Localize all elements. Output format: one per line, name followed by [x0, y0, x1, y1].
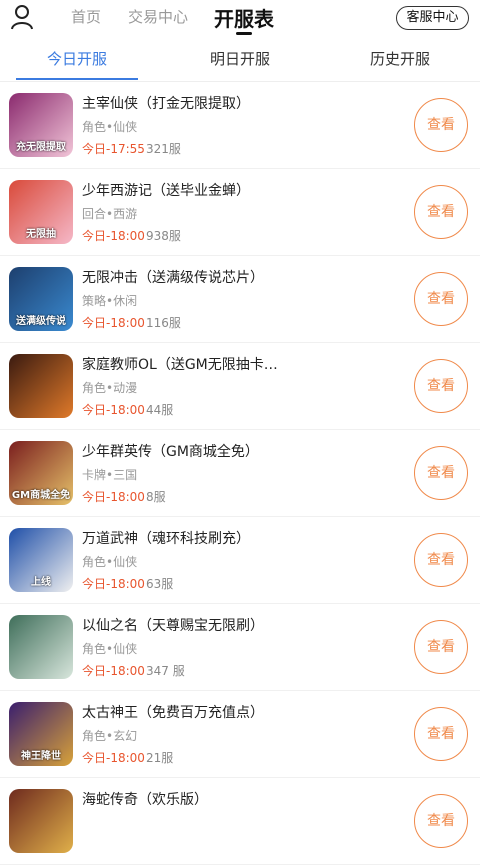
- nav-active-indicator: [236, 32, 252, 35]
- server-number: 21服: [146, 751, 174, 765]
- game-thumbnail[interactable]: 送满级传说: [9, 267, 73, 331]
- game-category: 角色•仙侠: [82, 120, 138, 134]
- thumbnail-caption: 无限抽: [26, 229, 56, 240]
- game-category: 角色•仙侠: [82, 555, 138, 569]
- game-name[interactable]: 少年群英传（GM商城全免）: [82, 441, 282, 461]
- game-row[interactable]: 无限抽 少年西游记（送毕业金蝉） 回合•西游今日-18:00 938服 查看: [0, 169, 480, 256]
- view-button[interactable]: 查看: [414, 272, 468, 326]
- tab-history[interactable]: 历史开服: [340, 48, 460, 69]
- thumbnail-caption: GM商城全免: [11, 490, 71, 501]
- open-time: 今日-17:55: [82, 142, 145, 156]
- game-row[interactable]: 海蛇传奇（欢乐版） 查看: [0, 778, 480, 865]
- open-time: 今日-18:00: [82, 403, 145, 417]
- game-category: 角色•动漫: [82, 381, 138, 395]
- user-icon[interactable]: [10, 4, 34, 30]
- view-button[interactable]: 查看: [414, 98, 468, 152]
- top-bar: 首页 交易中心 开服表 客服中心: [0, 0, 480, 36]
- thumbnail-caption: 充无限提取: [16, 142, 66, 153]
- open-time: 今日-18:00: [82, 229, 145, 243]
- game-thumbnail[interactable]: 神王降世: [9, 702, 73, 766]
- game-name[interactable]: 无限冲击（送满级传说芯片）: [82, 267, 282, 287]
- game-name[interactable]: 家庭教师OL（送GM无限抽卡…: [82, 354, 282, 374]
- game-name[interactable]: 太古神王（免费百万充值点）: [82, 702, 282, 722]
- open-time: 今日-18:00: [82, 751, 145, 765]
- game-row[interactable]: GM商城全免 少年群英传（GM商城全免） 卡牌•三国今日-18:00 8服 查看: [0, 430, 480, 517]
- game-thumbnail[interactable]: [9, 789, 73, 853]
- view-button[interactable]: 查看: [414, 446, 468, 500]
- server-number: 8服: [146, 490, 166, 504]
- thumbnail-caption: 神王降世: [21, 751, 61, 762]
- game-category: 角色•玄幻: [82, 729, 138, 743]
- nav-home-link[interactable]: 首页: [71, 6, 101, 27]
- game-thumbnail[interactable]: 上线: [9, 528, 73, 592]
- view-button[interactable]: 查看: [414, 185, 468, 239]
- game-row[interactable]: 送满级传说 无限冲击（送满级传说芯片） 策略•休闲今日-18:00 116服 查看: [0, 256, 480, 343]
- game-row[interactable]: 充无限提取 主宰仙侠（打金无限提取） 角色•仙侠今日-17:55 321服 查看: [0, 82, 480, 169]
- game-thumbnail[interactable]: GM商城全免: [9, 441, 73, 505]
- view-button[interactable]: 查看: [414, 794, 468, 848]
- server-number: 116服: [146, 316, 181, 330]
- game-row[interactable]: 上线 万道武神（魂环科技刷充） 角色•仙侠今日-18:00 63服 查看: [0, 517, 480, 604]
- customer-service-button[interactable]: 客服中心: [396, 6, 469, 30]
- open-time: 今日-18:00: [82, 490, 145, 504]
- game-category: 角色•仙侠: [82, 642, 138, 656]
- game-row[interactable]: 神王降世 太古神王（免费百万充值点） 角色•玄幻今日-18:00 21服 查看: [0, 691, 480, 778]
- game-name[interactable]: 海蛇传奇（欢乐版）: [82, 789, 282, 809]
- game-category: 策略•休闲: [82, 294, 138, 308]
- game-list: 充无限提取 主宰仙侠（打金无限提取） 角色•仙侠 今日-17:55 321服 查看 无限抽少…: [0, 82, 480, 865]
- game-row[interactable]: 家庭教师OL（送GM无限抽卡… 角色•动漫今日-18:00 44服 查看: [0, 343, 480, 430]
- game-name[interactable]: 少年西游记（送毕业金蝉）: [82, 180, 282, 200]
- view-button[interactable]: 查看: [414, 620, 468, 674]
- nav-server-schedule[interactable]: 开服表: [214, 3, 274, 32]
- game-name[interactable]: 主宰仙侠（打金无限提取）: [82, 93, 282, 113]
- game-thumbnail[interactable]: 无限抽: [9, 180, 73, 244]
- open-time: 今日-18:00: [82, 577, 145, 591]
- view-button[interactable]: 查看: [414, 359, 468, 413]
- schedule-tabs: 今日开服 明日开服 历史开服: [0, 36, 480, 82]
- view-button[interactable]: 查看: [414, 707, 468, 761]
- open-time: 今日-18:00: [82, 664, 145, 678]
- server-number: 44服: [146, 403, 174, 417]
- tab-tomorrow[interactable]: 明日开服: [180, 48, 300, 69]
- server-number: 347 服: [146, 664, 185, 678]
- nav-trade-center-link[interactable]: 交易中心: [128, 6, 188, 27]
- game-thumbnail[interactable]: [9, 354, 73, 418]
- thumbnail-caption: 送满级传说: [16, 316, 66, 327]
- open-time: 今日-18:00: [82, 316, 145, 330]
- game-name[interactable]: 以仙之名（天尊赐宝无限刷）: [82, 615, 282, 635]
- view-button[interactable]: 查看: [414, 533, 468, 587]
- game-category: 回合•西游: [82, 207, 138, 221]
- game-name[interactable]: 万道武神（魂环科技刷充）: [82, 528, 282, 548]
- tab-today[interactable]: 今日开服: [16, 48, 138, 69]
- thumbnail-caption: 上线: [31, 577, 51, 588]
- game-thumbnail[interactable]: 充无限提取: [9, 93, 73, 157]
- game-thumbnail[interactable]: [9, 615, 73, 679]
- server-number: 321服: [146, 142, 181, 156]
- server-number: 63服: [146, 577, 174, 591]
- server-number: 938服: [146, 229, 181, 243]
- game-row[interactable]: 以仙之名（天尊赐宝无限刷） 角色•仙侠今日-18:00 347 服 查看: [0, 604, 480, 691]
- game-category: 卡牌•三国: [82, 468, 138, 482]
- tab-active-indicator: [16, 78, 138, 80]
